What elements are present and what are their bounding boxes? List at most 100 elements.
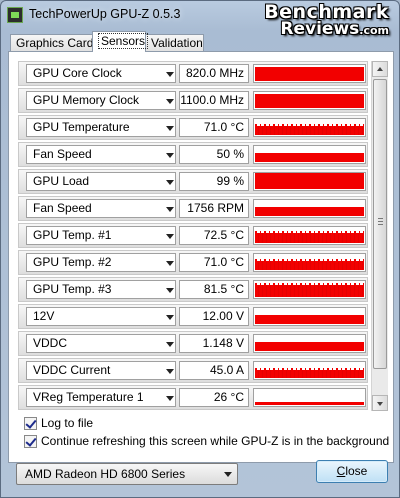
logo-line2: Reviews.com — [264, 21, 389, 38]
gpuz-app-icon — [7, 7, 23, 23]
sensor-graph — [253, 118, 366, 137]
sensor-row: VReg Temperature 1 26 °C — [18, 385, 368, 410]
tab-sensors[interactable]: Sensors — [92, 31, 149, 52]
sensor-name-dropdown[interactable]: GPU Temp. #1 — [26, 226, 176, 245]
sensor-name: GPU Temp. #1 — [33, 228, 112, 242]
close-button[interactable]: Close — [316, 460, 388, 483]
sensor-graph — [253, 307, 366, 326]
sensor-graph-fill — [255, 67, 364, 81]
sensor-value: 820.0 MHz — [179, 64, 249, 83]
sensor-name: 12V — [33, 309, 55, 323]
sensor-name-dropdown[interactable]: 12V — [26, 307, 176, 326]
sensor-row: 12V 12.00 V — [18, 304, 368, 329]
chevron-down-icon — [224, 472, 232, 477]
sensor-name: GPU Temp. #2 — [33, 255, 112, 269]
tab-label: Graphics Card — [16, 36, 94, 50]
sensor-graph-noise — [255, 283, 364, 285]
chevron-down-icon — [166, 315, 174, 320]
sensor-value: 72.5 °C — [179, 226, 249, 245]
sensor-name-dropdown[interactable]: GPU Temp. #3 — [26, 280, 176, 299]
sensor-graph — [253, 334, 366, 353]
sensor-name: Fan Speed — [33, 147, 92, 161]
sensor-graph-fill — [255, 285, 364, 297]
chevron-down-icon — [166, 99, 174, 104]
sensor-row: GPU Core Clock 820.0 MHz — [18, 61, 368, 86]
tab-validation[interactable]: Validation — [145, 34, 204, 51]
gpuz-window: TechPowerUp GPU-Z 0.5.3 Benchmark Review… — [0, 0, 400, 498]
sensor-row: Fan Speed 1756 RPM — [18, 196, 368, 221]
scroll-down-button[interactable] — [372, 395, 388, 411]
window-title: TechPowerUp GPU-Z 0.5.3 — [29, 7, 181, 21]
sensor-row: Fan Speed 50 % — [18, 142, 368, 167]
sensor-graph-fill — [255, 126, 364, 135]
sensor-name-dropdown[interactable]: Fan Speed — [26, 199, 176, 218]
sensor-value: 1756 RPM — [179, 199, 249, 218]
sensor-graph-noise — [255, 259, 364, 261]
close-button-label: lose — [345, 464, 368, 478]
sensor-name-dropdown[interactable]: VDDC — [26, 334, 176, 353]
scroll-thumb[interactable] — [373, 79, 387, 369]
sensor-name: GPU Temperature — [33, 120, 130, 134]
sensor-graph-fill — [255, 342, 364, 351]
scroll-down-arrow-icon — [377, 402, 383, 406]
sensor-name-dropdown[interactable]: GPU Load — [26, 172, 176, 191]
sensor-name-dropdown[interactable]: GPU Temperature — [26, 118, 176, 137]
log-to-file-checkbox[interactable] — [24, 417, 37, 430]
sensor-row: GPU Temp. #3 81.5 °C — [18, 277, 368, 302]
sensor-row: VDDC 1.148 V — [18, 331, 368, 356]
chevron-down-icon — [166, 261, 174, 266]
chevron-down-icon — [166, 180, 174, 185]
sensor-graph — [253, 64, 366, 83]
sensor-graph-fill — [255, 94, 364, 108]
sensor-graph — [253, 253, 366, 272]
chevron-down-icon — [166, 342, 174, 347]
sensor-name-dropdown[interactable]: GPU Temp. #2 — [26, 253, 176, 272]
scroll-up-button[interactable] — [372, 61, 388, 77]
scroll-up-arrow-icon — [377, 67, 383, 71]
sensor-value: 81.5 °C — [179, 280, 249, 299]
grip-icon — [378, 218, 383, 219]
sensor-graph-fill — [255, 402, 364, 405]
log-to-file-label: Log to file — [41, 416, 94, 430]
sensor-name-dropdown[interactable]: GPU Core Clock — [26, 64, 176, 83]
sensor-graph — [253, 388, 366, 407]
sensor-list: GPU Core Clock 820.0 MHz GPU Memory Clock 1… — [18, 61, 368, 411]
sensor-value: 1100.0 MHz — [179, 91, 249, 110]
sensor-row: GPU Temperature 71.0 °C — [18, 115, 368, 140]
sensor-name-dropdown[interactable]: VDDC Current — [26, 361, 176, 380]
benchmark-reviews-logo: Benchmark Reviews.com — [264, 3, 389, 38]
sensor-value: 99 % — [179, 172, 249, 191]
sensor-graph — [253, 361, 366, 380]
sensor-name-dropdown[interactable]: VReg Temperature 1 — [26, 388, 176, 407]
sensor-graph-noise — [255, 124, 364, 126]
sensor-value: 45.0 A — [179, 361, 249, 380]
sensor-name: GPU Core Clock — [33, 66, 122, 80]
sensor-graph-fill — [255, 233, 364, 243]
sensor-graph-fill — [255, 315, 364, 324]
sensor-row: GPU Memory Clock 1100.0 MHz — [18, 88, 368, 113]
sensor-graph — [253, 91, 366, 110]
chevron-down-icon — [166, 126, 174, 131]
logo-suffix: .com — [359, 24, 389, 37]
continue-refresh-checkbox[interactable] — [24, 435, 37, 448]
sensor-graph — [253, 199, 366, 218]
sensor-graph-noise — [255, 231, 364, 233]
tab-label: Sensors — [98, 33, 149, 49]
sensor-graph — [253, 280, 366, 299]
sensor-graph-fill — [255, 153, 364, 162]
sensor-value: 71.0 °C — [179, 253, 249, 272]
sensor-graph — [253, 226, 366, 245]
sensor-value: 12.00 V — [179, 307, 249, 326]
title-bar[interactable]: TechPowerUp GPU-Z 0.5.3 Benchmark Review… — [1, 1, 399, 38]
sensor-name-dropdown[interactable]: GPU Memory Clock — [26, 91, 176, 110]
gpu-select[interactable]: AMD Radeon HD 6800 Series — [16, 463, 238, 485]
chevron-down-icon — [166, 72, 174, 77]
sensor-list-scrollbar[interactable] — [371, 61, 388, 411]
bottom-bar: AMD Radeon HD 6800 Series Close — [1, 460, 399, 497]
tab-graphics-card[interactable]: Graphics Card — [10, 34, 93, 51]
sensor-name-dropdown[interactable]: Fan Speed — [26, 145, 176, 164]
sensor-name: VReg Temperature 1 — [33, 390, 144, 404]
sensor-name: GPU Memory Clock — [33, 93, 140, 107]
sensor-name: GPU Temp. #3 — [33, 282, 112, 296]
sensor-name: VDDC Current — [33, 363, 111, 377]
